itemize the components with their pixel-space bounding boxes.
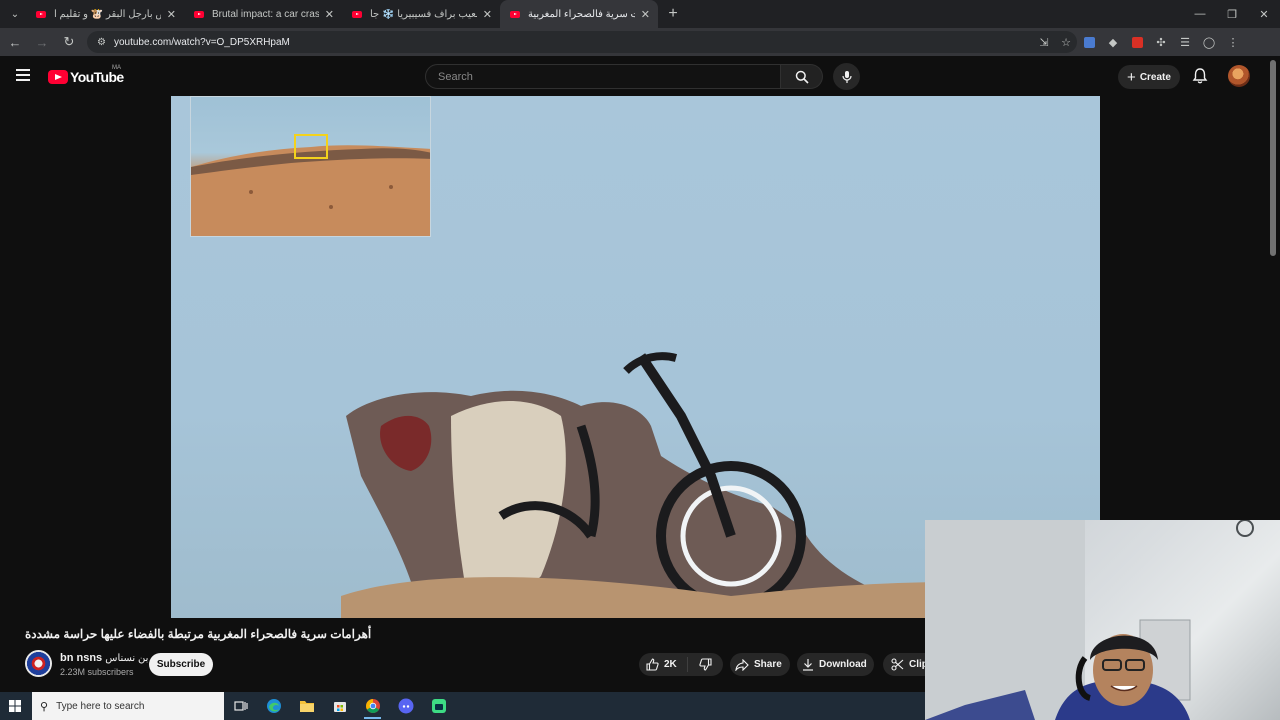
extensions-puzzle-icon[interactable]: ✣ — [1149, 31, 1173, 53]
site-info-icon[interactable]: ⚙ — [97, 37, 106, 48]
browser-tab-strip: ⌄ الحمص بأرجل البقر 🐮 و تقليم أ ✕ Brutal… — [0, 0, 1280, 28]
highlight-box — [294, 134, 328, 159]
media-controls-icon[interactable]: ☰ — [1173, 31, 1197, 53]
notifications-bell-icon[interactable] — [1191, 67, 1209, 85]
download-label: Download — [819, 659, 867, 670]
search-button[interactable] — [781, 64, 823, 89]
youtube-favicon-icon — [36, 10, 46, 18]
tab-close-icon[interactable]: ✕ — [167, 8, 176, 21]
tab-close-icon[interactable]: ✕ — [483, 8, 492, 21]
chrome-icon[interactable] — [356, 692, 389, 720]
youtube-favicon-icon — [352, 10, 362, 18]
search-icon — [795, 70, 809, 84]
install-app-icon[interactable]: ⇲ — [1033, 36, 1055, 49]
new-tab-button[interactable]: + — [662, 5, 684, 23]
thumbs-down-icon — [699, 658, 712, 671]
start-button[interactable] — [0, 692, 30, 720]
video-title: أهرامات سرية فالصحراء المغربية مرتبطة با… — [25, 627, 372, 641]
youtube-favicon-icon — [510, 10, 520, 18]
browser-tab[interactable]: نهار صعيب براف فسيبيريا ❄️ جا ✕ — [342, 0, 500, 28]
tab-title: Brutal impact: a car crashes — [212, 8, 319, 20]
restore-icon[interactable]: ❐ — [1216, 0, 1248, 28]
search-box — [425, 64, 781, 89]
store-icon[interactable] — [323, 692, 356, 720]
search-icon: ⚲ — [40, 700, 49, 713]
browser-tab[interactable]: الحمص بأرجل البقر 🐮 و تقليم أ ✕ — [26, 0, 184, 28]
dislike-button[interactable] — [688, 658, 723, 671]
desert-landscape — [191, 145, 430, 236]
taskbar-search[interactable]: ⚲ Type here to search — [32, 692, 224, 720]
create-label: Create — [1139, 71, 1171, 83]
download-button[interactable]: Download — [797, 653, 874, 676]
youtube-play-icon — [48, 70, 68, 84]
share-arrow-icon — [735, 658, 749, 671]
channel-name-latin: bn nsns — [60, 652, 103, 664]
forward-button[interactable]: → — [30, 30, 54, 54]
create-button[interactable]: + Create — [1118, 65, 1180, 89]
taskbar-search-placeholder: Type here to search — [56, 700, 145, 712]
voice-search-button[interactable] — [833, 63, 860, 90]
profile-icon[interactable]: ◯ — [1197, 31, 1221, 53]
browser-menu-icon[interactable]: ⋮ — [1221, 31, 1245, 53]
back-button[interactable]: ← — [3, 30, 27, 54]
plus-icon: + — [1127, 68, 1136, 86]
file-explorer-icon[interactable] — [290, 692, 323, 720]
translate-extension-icon[interactable] — [1077, 31, 1101, 53]
windows-taskbar: ⚲ Type here to search — [0, 692, 925, 720]
webcam-overlay — [925, 520, 1280, 720]
account-avatar[interactable] — [1228, 65, 1250, 87]
close-window-icon[interactable]: ✕ — [1248, 0, 1280, 28]
country-code: MA — [112, 65, 121, 71]
bookmark-star-icon[interactable]: ☆ — [1055, 36, 1077, 49]
edge-icon[interactable] — [257, 692, 290, 720]
search-input[interactable] — [438, 70, 780, 83]
thumbs-up-icon — [646, 658, 659, 671]
android-studio-icon[interactable] — [422, 692, 455, 720]
address-bar[interactable]: ⚙ youtube.com/watch?v=O_DP5XRHpaM ⇲ ☆ — [87, 31, 1077, 53]
browser-toolbar: ← → ↻ ⚙ youtube.com/watch?v=O_DP5XRHpaM … — [0, 28, 1280, 56]
windows-logo-icon — [9, 700, 21, 712]
share-label: Share — [754, 659, 782, 670]
tab-title: أهرامات سرية فالصحراء المغربية — [528, 8, 635, 20]
like-dislike-group: 2K — [639, 653, 723, 676]
reload-button[interactable]: ↻ — [57, 30, 81, 54]
extension-icon[interactable]: ◆ — [1101, 31, 1125, 53]
pdf-extension-icon[interactable] — [1125, 31, 1149, 53]
youtube-masthead: YouTube MA + Create — [0, 56, 1280, 96]
channel-name-arabic: بن نسناس — [105, 653, 149, 664]
channel-avatar[interactable] — [25, 650, 52, 677]
browser-tab-active[interactable]: أهرامات سرية فالصحراء المغربية ✕ — [500, 0, 658, 28]
inset-zoom-image — [190, 96, 431, 237]
task-view-icon[interactable] — [224, 692, 257, 720]
minimize-icon[interactable]: — — [1184, 0, 1216, 28]
scissors-icon — [891, 658, 904, 671]
like-button[interactable]: 2K — [639, 657, 688, 672]
window-controls: — ❐ ✕ — [1184, 0, 1280, 28]
like-count: 2K — [664, 659, 677, 670]
microphone-icon — [841, 70, 852, 83]
tab-close-icon[interactable]: ✕ — [641, 8, 650, 21]
webcam-feed — [925, 520, 1254, 720]
tab-search-button[interactable]: ⌄ — [4, 3, 26, 25]
tab-title: نهار صعيب براف فسيبيريا ❄️ جا — [370, 8, 477, 20]
browser-tab[interactable]: Brutal impact: a car crashes ✕ — [184, 0, 342, 28]
subscriber-count: 2.23M subscribers — [60, 667, 134, 677]
channel-name[interactable]: bn nsns بن نسناس — [60, 652, 148, 664]
subscribe-button[interactable]: Subscribe — [149, 653, 213, 676]
share-button[interactable]: Share — [730, 653, 790, 676]
guide-menu-icon[interactable] — [16, 69, 30, 81]
discord-icon[interactable] — [389, 692, 422, 720]
page-scrollbar[interactable] — [1270, 60, 1276, 256]
youtube-logo[interactable]: YouTube MA — [48, 65, 124, 85]
youtube-favicon-icon — [194, 10, 204, 18]
download-icon — [803, 659, 813, 671]
tab-title: الحمص بأرجل البقر 🐮 و تقليم أ — [54, 8, 161, 20]
youtube-wordmark: YouTube — [70, 69, 124, 85]
tab-close-icon[interactable]: ✕ — [325, 8, 334, 21]
url-text: youtube.com/watch?v=O_DP5XRHpaM — [113, 36, 290, 48]
